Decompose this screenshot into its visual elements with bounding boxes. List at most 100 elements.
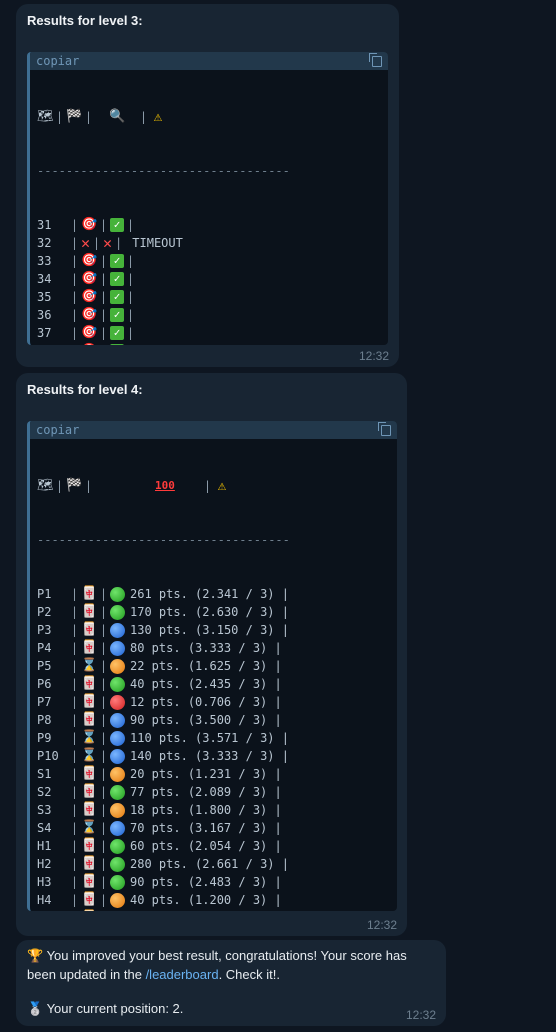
row-id: P7 xyxy=(37,695,52,709)
table-row: H3 | 🀄 | 90 pts. (2.483 / 3) | xyxy=(37,873,397,891)
pipe-separator: | xyxy=(70,857,79,871)
ratio-value: (2.630 / 3) xyxy=(195,605,275,619)
fire-card-icon: 🀄 xyxy=(81,586,98,601)
orange-circle-icon xyxy=(110,658,125,674)
blue-circle-icon xyxy=(110,622,125,638)
pipe-separator: | xyxy=(126,218,135,232)
hourglass-icon: ⌛ xyxy=(81,730,98,745)
pipe-separator: | xyxy=(97,342,110,345)
pipe-separator: | xyxy=(126,308,135,322)
pts-label: pts. xyxy=(144,785,188,799)
fire-card-icon: 🀄 xyxy=(81,838,98,853)
message-level-3: Results for level 3: copiar 🗺 | 🏁 | 🔍 | ⚠ ----… xyxy=(16,4,399,367)
score-value: 140 xyxy=(130,749,152,763)
dart-icon: 🎯 xyxy=(81,271,98,286)
table-row: P2 | 🀄 | 170 pts. (2.630 / 3) | xyxy=(37,603,397,621)
pipe-separator: | xyxy=(99,893,108,907)
score-value: 20 xyxy=(130,767,145,781)
pipe-separator: | xyxy=(70,767,79,781)
fire-card-icon: 🀄 xyxy=(81,766,98,781)
row-id: P4 xyxy=(37,641,52,655)
pts-label: pts. xyxy=(144,713,188,727)
ratio-value: (3.150 / 3) xyxy=(195,623,275,637)
score-value: 18 xyxy=(130,803,145,817)
row-id: 33 xyxy=(37,254,52,268)
pipe-separator: | xyxy=(99,605,108,619)
pipe-separator: | xyxy=(70,893,79,907)
table-row: P4 | 🀄 | 80 pts. (3.333 / 3) | xyxy=(37,639,397,657)
green-circle-icon xyxy=(110,604,125,620)
pts-label: pts. xyxy=(144,875,188,889)
pts-label: pts. xyxy=(151,623,196,637)
map-icon: 🗺 xyxy=(37,478,54,493)
pts-label: pts. xyxy=(144,677,188,691)
hourglass-icon: ⌛ xyxy=(81,748,98,763)
medal-icon: 🥈 xyxy=(27,1001,44,1016)
message-notice: 🏆 You improved your best result, congrat… xyxy=(16,940,446,1026)
pipe-separator: | xyxy=(70,839,79,853)
pipe-separator: | xyxy=(70,308,79,322)
pipe-separator: | xyxy=(99,767,108,781)
copy-label[interactable]: copiar xyxy=(36,423,79,437)
ratio-value: (3.333 / 3) xyxy=(187,641,268,655)
score-value: 80 xyxy=(130,641,145,655)
score-value: 70 xyxy=(130,821,145,835)
pipe-separator: | xyxy=(70,605,79,619)
row-id: S4 xyxy=(37,821,52,835)
pipe-separator: | xyxy=(99,272,108,286)
table-row: H1 | 🀄 | 60 pts. (2.054 / 3) | xyxy=(37,837,397,855)
pipe-separator: | xyxy=(99,623,108,637)
pipe-separator: | xyxy=(70,641,79,655)
hourglass-icon: ⌛ xyxy=(81,658,98,673)
table-row: H5|🀄|100 pts. (2.111 / 3) | xyxy=(37,909,397,911)
row-id: P8 xyxy=(37,713,52,727)
pipe-separator: | xyxy=(99,821,108,835)
pipe-separator: | xyxy=(267,713,282,727)
pipe-separator: | xyxy=(92,236,101,250)
blue-circle-icon xyxy=(110,712,125,728)
magnifier-icon: 🔍 xyxy=(109,109,126,124)
score-value: 130 xyxy=(130,623,152,637)
ratio-value: (2.435 / 3) xyxy=(187,677,268,691)
score-value: 170 xyxy=(130,605,152,619)
pipe-separator: | xyxy=(99,785,108,799)
copy-label[interactable]: copiar xyxy=(36,54,79,68)
pipe-separator: | xyxy=(99,857,108,871)
fire-card-icon: 🀄 xyxy=(81,856,98,871)
pipe-separator: | xyxy=(274,857,289,871)
copy-icon[interactable] xyxy=(378,422,391,436)
message-time: 12:32 xyxy=(366,918,397,932)
pipe-separator: | xyxy=(99,803,108,817)
pipe-separator: | xyxy=(99,326,108,340)
red-circle-icon xyxy=(110,694,125,710)
pipe-separator: | xyxy=(114,236,123,250)
row-id: P6 xyxy=(37,677,52,691)
table-row: 35 | 🎯 | ✓ | xyxy=(37,288,388,306)
row-id: S1 xyxy=(37,767,52,781)
pipe-separator: | xyxy=(99,218,108,232)
copy-icon[interactable] xyxy=(369,53,382,67)
row-id: P1 xyxy=(37,587,52,601)
table-row: P1 | 🀄 | 261 pts. (2.341 / 3) | xyxy=(37,585,397,603)
pipe-separator: | xyxy=(70,875,79,889)
ratio-value: (3.571 / 3) xyxy=(195,731,275,745)
table-row: 37 | 🎯 | ✓ | xyxy=(37,324,388,342)
score-value: 90 xyxy=(130,875,145,889)
fire-card-icon: 🀄 xyxy=(81,802,98,817)
check-icon: ✓ xyxy=(110,218,124,232)
dart-icon: 🎯 xyxy=(81,325,98,340)
blue-circle-icon xyxy=(110,820,125,836)
code-block-level-3: copiar 🗺 | 🏁 | 🔍 | ⚠ -------------------------… xyxy=(27,52,388,345)
ratio-value: (1.231 / 3) xyxy=(187,767,268,781)
fire-card-icon: 🀄 xyxy=(81,676,98,691)
fire-card-icon: 🀄 xyxy=(81,712,98,727)
pipe-separator: | xyxy=(70,713,79,727)
pipe-separator: | xyxy=(99,254,108,268)
header-row: 🗺 | 🏁 | 🔍 | ⚠ xyxy=(37,108,388,126)
table-row: S4 | ⌛ | 70 pts. (3.167 / 3) | xyxy=(37,819,397,837)
row-id: P3 xyxy=(37,623,52,637)
row-id: 37 xyxy=(37,326,52,340)
pipe-separator: | xyxy=(70,695,79,709)
leaderboard-link[interactable]: /leaderboard xyxy=(146,967,219,982)
row-id: P10 xyxy=(37,749,59,763)
